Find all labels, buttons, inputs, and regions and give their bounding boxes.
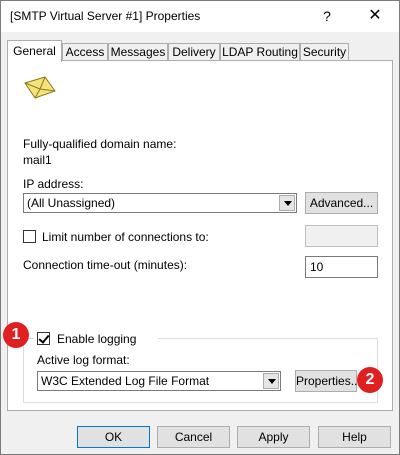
ip-address-label: IP address: (23, 177, 84, 191)
help-button[interactable]: Help (318, 426, 391, 448)
apply-button[interactable]: Apply (237, 426, 310, 448)
timeout-label: Connection time-out (minutes): (23, 258, 188, 272)
title-bar: [SMTP Virtual Server #1] Properties ? ✕ (1, 1, 399, 32)
limit-connections-label: Limit number of connections to: (42, 230, 209, 244)
ok-button[interactable]: OK (77, 426, 150, 448)
annotation-badge-1: 1 (3, 322, 29, 348)
log-format-label: Active log format: (37, 353, 130, 367)
log-format-value: W3C Extended Log File Format (41, 374, 210, 388)
annotation-badge-2: 2 (357, 367, 383, 393)
connection-limit-input[interactable] (305, 225, 378, 247)
log-format-dropdown[interactable]: W3C Extended Log File Format (37, 371, 281, 391)
help-title-button[interactable]: ? (317, 6, 337, 26)
advanced-button[interactable]: Advanced... (305, 192, 378, 214)
close-button[interactable]: ✕ (365, 6, 385, 26)
window-title: [SMTP Virtual Server #1] Properties (10, 9, 201, 23)
properties-dialog: [SMTP Virtual Server #1] Properties ? ✕ … (0, 0, 400, 455)
chevron-down-icon[interactable] (263, 373, 279, 389)
tab-ldap-routing[interactable]: LDAP Routing (220, 43, 300, 61)
fqdn-label: Fully-qualified domain name: (23, 137, 177, 151)
mail-envelope-icon (24, 76, 56, 99)
timeout-value: 10 (310, 260, 324, 274)
enable-logging-label: Enable logging (57, 332, 137, 346)
tab-access[interactable]: Access (62, 43, 108, 61)
tab-delivery[interactable]: Delivery (168, 43, 220, 61)
limit-connections-checkbox[interactable] (23, 230, 36, 243)
tab-security[interactable]: Security (300, 43, 349, 61)
log-properties-button[interactable]: Properties... (295, 370, 361, 392)
tab-general[interactable]: General (7, 40, 62, 62)
enable-logging-checkbox[interactable] (37, 332, 50, 345)
fqdn-value: mail1 (23, 153, 52, 167)
ip-address-value: (All Unassigned) (27, 196, 116, 210)
timeout-input[interactable]: 10 (305, 256, 378, 278)
cancel-button[interactable]: Cancel (157, 426, 230, 448)
tab-messages[interactable]: Messages (108, 43, 168, 61)
ip-address-dropdown[interactable]: (All Unassigned) (23, 193, 297, 213)
chevron-down-icon[interactable] (279, 195, 295, 211)
